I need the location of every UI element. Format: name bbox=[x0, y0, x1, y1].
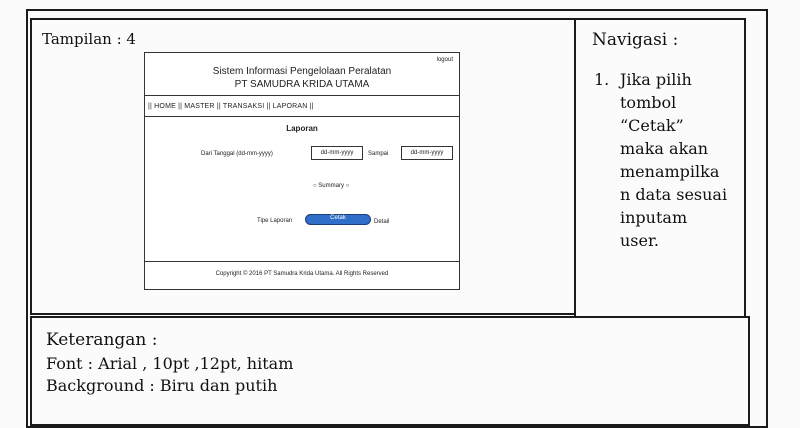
detail-label: Detail bbox=[374, 219, 390, 225]
report-type-options: ○ Summary ○ bbox=[313, 183, 349, 189]
date-to-label: Sampai bbox=[368, 151, 389, 157]
navigation-step: 1. Jika pilih tombol “Cetak” maka akan m… bbox=[594, 68, 730, 252]
divider bbox=[145, 116, 459, 117]
step-number: 1. bbox=[594, 70, 610, 89]
divider bbox=[145, 95, 459, 96]
print-button[interactable]: Cetak bbox=[305, 214, 371, 225]
divider bbox=[145, 261, 459, 262]
system-title: Sistem Informasi Pengelolaan Peralatan bbox=[212, 66, 392, 77]
navigation-list: 1. Jika pilih tombol “Cetak” maka akan m… bbox=[594, 68, 730, 252]
notes-background: Background : Biru dan putih bbox=[46, 376, 278, 395]
summary-radio[interactable]: ○ bbox=[313, 183, 317, 189]
date-from-label: Dari Tanggal (dd-mm-yyyy) bbox=[201, 151, 273, 157]
report-page-mockup: logout Sistem Informasi Pengelolaan Pera… bbox=[144, 52, 460, 290]
notes-font: Font : Arial , 10pt ,12pt, hitam bbox=[46, 354, 294, 373]
display-panel: Tampilan : 4 logout Sistem Informasi Pen… bbox=[30, 18, 576, 315]
report-title: Laporan bbox=[286, 124, 318, 133]
notes-title: Keterangan : bbox=[46, 330, 158, 350]
summary-label: Summary bbox=[318, 183, 344, 189]
date-from-input[interactable]: dd-mm-yyyy bbox=[311, 146, 363, 160]
company-name: PT SAMUDRA KRIDA UTAMA bbox=[234, 79, 370, 90]
detail-radio[interactable]: ○ bbox=[346, 183, 350, 189]
logout-link[interactable]: logout bbox=[437, 57, 453, 63]
navigation-title: Navigasi : bbox=[592, 30, 679, 50]
step-text: Jika pilih tombol “Cetak” maka akan mena… bbox=[620, 70, 728, 250]
display-title: Tampilan : 4 bbox=[42, 30, 136, 48]
report-type-label: Tipe Laporan bbox=[257, 218, 293, 224]
navigation-panel: Navigasi : 1. Jika pilih tombol “Cetak” … bbox=[574, 18, 746, 318]
notes-panel: Keterangan : Font : Arial , 10pt ,12pt, … bbox=[30, 316, 750, 426]
copyright-text: Copyright © 2016 PT Samudra Krida Utama.… bbox=[215, 271, 389, 277]
nav-menu[interactable]: || HOME || MASTER || TRANSAKSI || LAPORA… bbox=[148, 103, 314, 110]
date-to-input[interactable]: dd-mm-yyyy bbox=[401, 146, 453, 160]
